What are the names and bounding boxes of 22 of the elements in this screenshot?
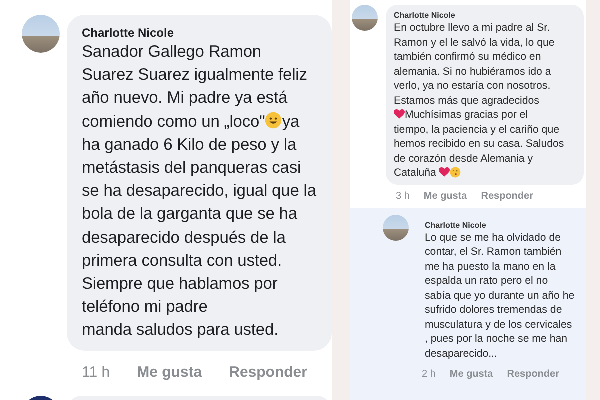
comment-time: 2 h (422, 368, 436, 382)
comment-action-link[interactable]: Me gusta (424, 188, 468, 204)
avatar[interactable] (383, 214, 409, 240)
author-name: Charlotte Nicole (82, 25, 176, 41)
comment-action-link[interactable]: Responder (229, 362, 308, 384)
author-name: Charlotte Nicole (425, 220, 488, 230)
comment-text: Lo que se me ha olvidado de contar, el Sr. Ramon también me ha puesto la mano en la espalda un rato pero el no sabía que yo durante un año he sufrido dolores tremendas de musculatura y de los cervicales , pues por la noche se me han desaparecido... (425, 230, 576, 361)
kissing-face-icon (450, 167, 462, 178)
comment-time: 11 h (82, 362, 110, 383)
heart-icon (439, 167, 450, 178)
comment-action-link[interactable]: Responder (507, 367, 560, 382)
avatar[interactable] (352, 5, 378, 31)
comment-text: Sanador Gallego Ramon Suarez Suarez igualmente feliz año nuevo. Mi padre ya está comiendo como un „loco" ya ha ganado 6 Kilo de peso y la metástasis del panqueras casi se ha desaparecido, igual que la bola de la garganta que se ha desaparecido después de la primera consulta con usted. Siempre que hablamos por teléfono mi padre manda saludos para usted. (82, 42, 318, 342)
comment-text: En octubre llevo a mi padre al Sr. Ramon y el le salvó la vida, lo que también confirmó su médico en alemania. Si no hubiéramos ido a verlo, ya no estaría con nosotros. Estamos más que agradecidos Muchísimas gracias por el tiempo, la paciencia y el cariño que hemos recibido en su casa. Saludos de corazón desde Alemania y Cataluña (394, 21, 566, 180)
comment-action-link[interactable]: Me gusta (450, 367, 494, 382)
smiley-icon (265, 112, 282, 129)
comment-time: 3 h (396, 190, 410, 204)
comment-action-link[interactable]: Responder (481, 188, 534, 204)
author-name: Charlotte Nicole (394, 10, 456, 21)
comment-action-link[interactable]: Me gusta (137, 362, 202, 384)
avatar[interactable] (22, 15, 60, 53)
heart-icon (394, 109, 405, 120)
